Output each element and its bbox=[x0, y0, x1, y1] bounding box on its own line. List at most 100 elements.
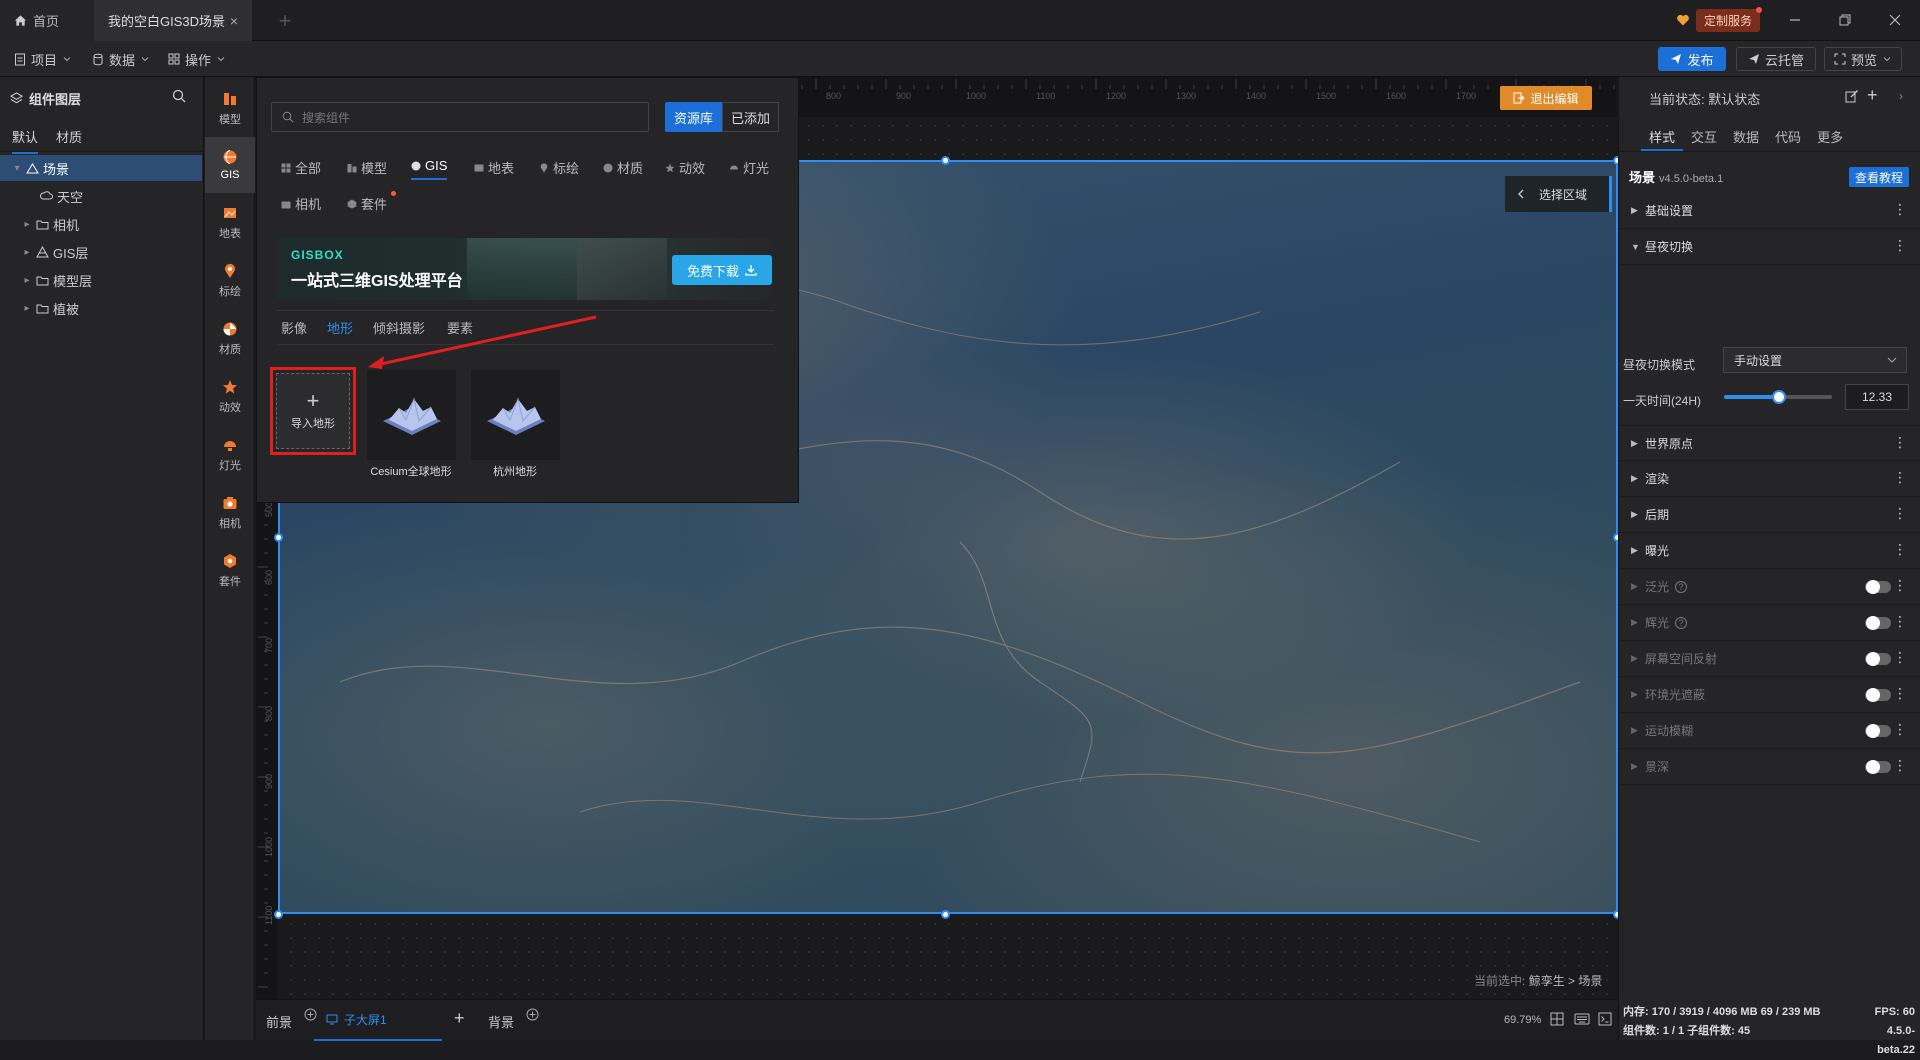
publish-button[interactable]: 发布 bbox=[1658, 47, 1726, 71]
help-icon[interactable]: ? bbox=[1675, 580, 1688, 593]
subtab-imagery[interactable]: 影像 bbox=[281, 318, 307, 337]
component-search-input[interactable]: 搜索组件 bbox=[271, 102, 649, 132]
section-post[interactable]: ▶ 后期 ⋮ bbox=[1619, 497, 1920, 533]
tab-material[interactable]: 材质 bbox=[56, 127, 82, 154]
menu-operation[interactable]: 操作 bbox=[168, 41, 226, 77]
section-bloom[interactable]: ▶ 泛光? ⋮ bbox=[1619, 569, 1920, 605]
cat-all[interactable]: 全部 bbox=[281, 158, 321, 177]
more-icon[interactable]: ⋮ bbox=[1893, 542, 1907, 556]
tab-home[interactable]: 首页 bbox=[0, 0, 94, 41]
tab-interaction[interactable]: 交互 bbox=[1691, 127, 1717, 146]
close-window-button[interactable] bbox=[1880, 9, 1910, 31]
section-ssr[interactable]: ▶ 屏幕空间反射 ⋮ bbox=[1619, 641, 1920, 677]
tab-more[interactable]: 更多 bbox=[1817, 127, 1843, 146]
resource-library-button[interactable]: 资源库 bbox=[665, 102, 722, 132]
tree-item-gis-layer[interactable]: ▸ GIS层 bbox=[0, 239, 202, 265]
foreground-tab[interactable]: 前景 bbox=[266, 1008, 317, 1031]
caret-down-icon[interactable]: ▾ bbox=[10, 163, 24, 174]
restore-button[interactable] bbox=[1830, 9, 1860, 31]
category-model[interactable]: 模型 bbox=[205, 81, 255, 137]
cloud-hosting-button[interactable]: 云托管 bbox=[1736, 47, 1816, 71]
tree-item-sky[interactable]: 天空 bbox=[0, 183, 202, 209]
terminal-icon[interactable] bbox=[1598, 1012, 1612, 1026]
subtab-terrain[interactable]: 地形 bbox=[327, 318, 353, 337]
more-icon[interactable]: ⋮ bbox=[1893, 578, 1907, 592]
more-icon[interactable]: ⋮ bbox=[1893, 722, 1907, 736]
section-glow[interactable]: ▶ 辉光? ⋮ bbox=[1619, 605, 1920, 641]
menu-data[interactable]: 数据 bbox=[92, 41, 150, 77]
terrain-card-hangzhou[interactable] bbox=[471, 370, 560, 460]
category-surface[interactable]: 地表 bbox=[205, 195, 255, 251]
tree-item-model-layer[interactable]: ▸ 模型层 bbox=[0, 267, 202, 293]
category-gis[interactable]: GIS bbox=[205, 137, 255, 193]
resize-handle-bottom[interactable] bbox=[941, 910, 950, 919]
tab-data[interactable]: 数据 bbox=[1733, 127, 1759, 146]
dof-toggle[interactable] bbox=[1865, 760, 1891, 774]
section-ao[interactable]: ▶ 环境光遮蔽 ⋮ bbox=[1619, 677, 1920, 713]
exit-edit-button[interactable]: 退出编辑 bbox=[1500, 86, 1592, 110]
cat-kit[interactable]: 套件 bbox=[347, 191, 396, 213]
category-light[interactable]: 灯光 bbox=[205, 427, 255, 483]
section-dof[interactable]: ▶ 景深 ⋮ bbox=[1619, 749, 1920, 785]
resize-handle-top[interactable] bbox=[941, 156, 950, 165]
section-exposure[interactable]: ▶ 曝光 ⋮ bbox=[1619, 533, 1920, 569]
more-icon[interactable]: ⋮ bbox=[1893, 650, 1907, 664]
close-icon[interactable]: × bbox=[230, 13, 238, 29]
more-icon[interactable]: ⋮ bbox=[1893, 686, 1907, 700]
minimize-button[interactable] bbox=[1780, 9, 1810, 31]
cat-effect[interactable]: 动效 bbox=[665, 158, 705, 177]
category-camera[interactable]: 相机 bbox=[205, 485, 255, 541]
cat-material[interactable]: 材质 bbox=[603, 158, 643, 177]
add-screen-button[interactable]: + bbox=[454, 1008, 465, 1029]
day-time-input[interactable]: 12.33 bbox=[1845, 384, 1909, 410]
gisbox-banner[interactable]: GISBOX 一站式三维GIS处理平台 免费下载 bbox=[277, 238, 774, 300]
caret-right-icon[interactable]: ▸ bbox=[20, 247, 34, 258]
section-render[interactable]: ▶ 渲染 ⋮ bbox=[1619, 461, 1920, 497]
sub-screen-tab[interactable]: 子大屏1 bbox=[314, 1000, 442, 1041]
view-tutorial-button[interactable]: 查看教程 bbox=[1849, 167, 1909, 187]
free-download-button[interactable]: 免费下载 bbox=[672, 255, 772, 285]
category-effect[interactable]: 动效 bbox=[205, 369, 255, 425]
cat-plot[interactable]: 标绘 bbox=[539, 158, 579, 177]
tab-style[interactable]: 样式 bbox=[1649, 127, 1675, 146]
keyboard-icon[interactable] bbox=[1574, 1012, 1590, 1026]
more-icon[interactable]: ⋮ bbox=[1893, 758, 1907, 772]
terrain-card-cesium[interactable] bbox=[367, 370, 456, 460]
import-terrain-card[interactable]: + 导入地形 bbox=[270, 367, 356, 455]
glow-toggle[interactable] bbox=[1865, 616, 1891, 630]
cat-surface[interactable]: 地表 bbox=[474, 158, 514, 177]
chevron-right-icon[interactable]: › bbox=[1899, 89, 1903, 103]
tree-item-vegetation[interactable]: ▸ 植被 bbox=[0, 295, 202, 321]
category-kit[interactable]: 套件 bbox=[205, 543, 255, 599]
caret-right-icon[interactable]: ▸ bbox=[20, 275, 34, 286]
cat-gis[interactable]: GIS bbox=[411, 158, 448, 180]
caret-right-icon[interactable]: ▸ bbox=[20, 219, 34, 230]
tab-code[interactable]: 代码 bbox=[1775, 127, 1801, 146]
preview-button[interactable]: 预览 bbox=[1824, 47, 1902, 71]
more-icon[interactable]: ⋮ bbox=[1893, 435, 1907, 449]
section-basic-settings[interactable]: ▶ 基础设置 ⋮ bbox=[1619, 193, 1920, 229]
more-icon[interactable]: ⋮ bbox=[1893, 238, 1907, 252]
section-world-origin[interactable]: ▶ 世界原点 ⋮ bbox=[1619, 425, 1920, 461]
tab-scene[interactable]: 我的空白GIS3D场景 × bbox=[94, 0, 252, 41]
more-icon[interactable]: ⋮ bbox=[1893, 202, 1907, 216]
category-plot[interactable]: 标绘 bbox=[205, 253, 255, 309]
custom-service-button[interactable]: 定制服务 bbox=[1676, 6, 1763, 32]
motion-blur-toggle[interactable] bbox=[1865, 724, 1891, 738]
ao-toggle[interactable] bbox=[1865, 688, 1891, 702]
add-state-icon[interactable]: + bbox=[1867, 86, 1878, 104]
menu-project[interactable]: 项目 bbox=[14, 41, 72, 77]
tree-item-scene[interactable]: ▾ 场景 bbox=[0, 155, 202, 181]
background-tab[interactable]: 背景 bbox=[488, 1008, 539, 1031]
add-tab-button[interactable]: + bbox=[268, 0, 302, 41]
more-icon[interactable]: ⋮ bbox=[1893, 614, 1907, 628]
resize-handle-left[interactable] bbox=[274, 533, 283, 542]
select-area-button[interactable]: 选择区域 bbox=[1505, 176, 1612, 212]
edit-icon[interactable] bbox=[1845, 89, 1859, 103]
add-circle-icon[interactable] bbox=[526, 1008, 539, 1021]
cat-light[interactable]: 灯光 bbox=[729, 158, 769, 177]
more-icon[interactable]: ⋮ bbox=[1893, 470, 1907, 484]
cat-camera[interactable]: 相机 bbox=[281, 194, 321, 213]
fit-screen-icon[interactable] bbox=[1550, 1012, 1564, 1026]
ssr-toggle[interactable] bbox=[1865, 652, 1891, 666]
